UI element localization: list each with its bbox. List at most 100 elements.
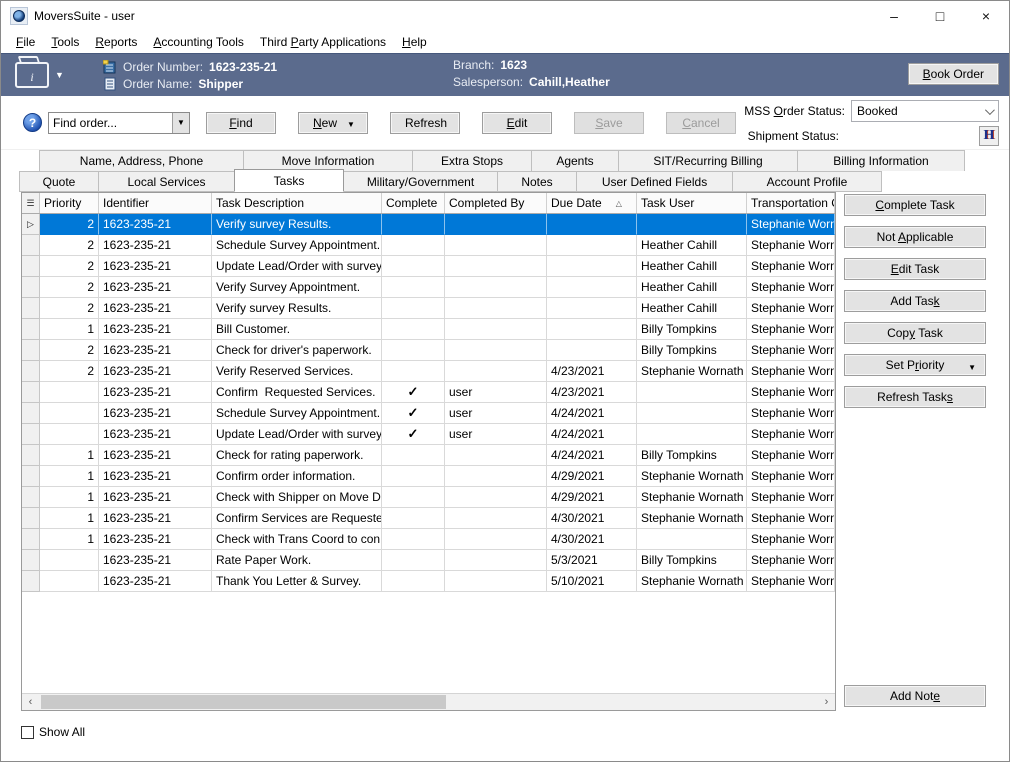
cell-priority[interactable]: [40, 571, 99, 592]
cell-task-user[interactable]: [637, 403, 747, 424]
cell-due-date[interactable]: [547, 214, 637, 235]
cell-complete[interactable]: [382, 277, 445, 298]
column-header-identifier[interactable]: Identifier: [99, 193, 212, 213]
column-header-due-date[interactable]: Due Date△: [547, 193, 637, 213]
table-row[interactable]: 21623-235-21Update Lead/Order with surve…: [22, 256, 835, 277]
tab-notes[interactable]: Notes: [497, 171, 577, 192]
cell-completed-by[interactable]: [445, 319, 547, 340]
cell-priority[interactable]: [40, 403, 99, 424]
cell-priority[interactable]: 1: [40, 508, 99, 529]
cell-complete[interactable]: [382, 571, 445, 592]
cell-transportation-coordinator[interactable]: Stephanie Wornat: [747, 487, 835, 508]
cell-identifier[interactable]: 1623-235-21: [99, 235, 212, 256]
cell-priority[interactable]: 1: [40, 487, 99, 508]
tab-agents[interactable]: Agents: [531, 150, 619, 171]
cell-complete[interactable]: [382, 487, 445, 508]
cell-complete[interactable]: ✓: [382, 403, 445, 424]
cell-task-user[interactable]: Billy Tompkins: [637, 319, 747, 340]
row-header[interactable]: [22, 340, 40, 361]
add-note-button[interactable]: Add Note: [844, 685, 986, 707]
column-header-task-user[interactable]: Task User: [637, 193, 747, 213]
cell-task-description[interactable]: Schedule Survey Appointment.: [212, 403, 382, 424]
row-header[interactable]: [22, 319, 40, 340]
cell-transportation-coordinator[interactable]: Stephanie Wornat: [747, 298, 835, 319]
table-row[interactable]: 21623-235-21Verify Reserved Services.4/2…: [22, 361, 835, 382]
cell-task-description[interactable]: Verify survey Results.: [212, 298, 382, 319]
cell-priority[interactable]: 2: [40, 256, 99, 277]
cell-transportation-coordinator[interactable]: Stephanie Wornat: [747, 466, 835, 487]
cell-identifier[interactable]: 1623-235-21: [99, 529, 212, 550]
cell-completed-by[interactable]: user: [445, 382, 547, 403]
cell-identifier[interactable]: 1623-235-21: [99, 256, 212, 277]
cell-due-date[interactable]: [547, 256, 637, 277]
find-button[interactable]: Find: [206, 112, 276, 134]
cell-priority[interactable]: 2: [40, 277, 99, 298]
table-row[interactable]: 21623-235-21Check for driver's paperwork…: [22, 340, 835, 361]
cell-complete[interactable]: [382, 340, 445, 361]
cell-completed-by[interactable]: [445, 571, 547, 592]
cell-task-description[interactable]: Confirm Services are Requeste: [212, 508, 382, 529]
column-header-transportation-co[interactable]: Transportation Co: [747, 193, 835, 213]
table-row[interactable]: 21623-235-21Verify Survey Appointment.He…: [22, 277, 835, 298]
cell-task-description[interactable]: Confirm order information.: [212, 466, 382, 487]
cell-complete[interactable]: ✓: [382, 424, 445, 445]
cell-completed-by[interactable]: [445, 340, 547, 361]
row-header[interactable]: [22, 445, 40, 466]
table-row[interactable]: 21623-235-21Schedule Survey Appointment.…: [22, 235, 835, 256]
edit-button[interactable]: Edit: [482, 112, 552, 134]
cell-due-date[interactable]: 4/30/2021: [547, 508, 637, 529]
tab-move-information[interactable]: Move Information: [243, 150, 413, 171]
cell-task-description[interactable]: Update Lead/Order with survey: [212, 424, 382, 445]
cell-identifier[interactable]: 1623-235-21: [99, 424, 212, 445]
refresh-tasks-button[interactable]: Refresh Tasks: [844, 386, 986, 408]
row-header[interactable]: [22, 424, 40, 445]
row-header[interactable]: [22, 466, 40, 487]
cell-task-description[interactable]: Rate Paper Work.: [212, 550, 382, 571]
cell-due-date[interactable]: 4/30/2021: [547, 529, 637, 550]
table-row[interactable]: 1623-235-21Schedule Survey Appointment.✓…: [22, 403, 835, 424]
cell-due-date[interactable]: [547, 277, 637, 298]
cell-task-user[interactable]: Heather Cahill: [637, 235, 747, 256]
cell-completed-by[interactable]: user: [445, 424, 547, 445]
cell-completed-by[interactable]: [445, 277, 547, 298]
cell-completed-by[interactable]: [445, 298, 547, 319]
cell-task-description[interactable]: Update Lead/Order with survey: [212, 256, 382, 277]
cell-identifier[interactable]: 1623-235-21: [99, 298, 212, 319]
cell-task-user[interactable]: Stephanie Wornath: [637, 466, 747, 487]
table-row[interactable]: ▷21623-235-21Verify survey Results.Steph…: [22, 214, 835, 235]
cell-priority[interactable]: 2: [40, 361, 99, 382]
tab-extra-stops[interactable]: Extra Stops: [412, 150, 532, 171]
cell-task-description[interactable]: Schedule Survey Appointment.: [212, 235, 382, 256]
row-header[interactable]: [22, 529, 40, 550]
column-header-complete[interactable]: Complete: [382, 193, 445, 213]
tab-tasks[interactable]: Tasks: [234, 169, 344, 192]
horizontal-scrollbar[interactable]: ‹ ›: [22, 693, 835, 710]
cell-complete[interactable]: [382, 214, 445, 235]
cell-task-user[interactable]: Billy Tompkins: [637, 550, 747, 571]
cell-completed-by[interactable]: [445, 466, 547, 487]
order-folder-control[interactable]: i ▼: [15, 62, 85, 88]
cell-task-user[interactable]: [637, 382, 747, 403]
show-all-checkbox[interactable]: [21, 726, 34, 739]
row-header[interactable]: [22, 361, 40, 382]
menu-file[interactable]: File: [9, 33, 42, 51]
refresh-button[interactable]: Refresh: [390, 112, 460, 134]
cell-transportation-coordinator[interactable]: Stephanie Wornat: [747, 508, 835, 529]
tab-local-services[interactable]: Local Services: [98, 171, 235, 192]
cell-task-user[interactable]: [637, 424, 747, 445]
cell-identifier[interactable]: 1623-235-21: [99, 571, 212, 592]
cell-complete[interactable]: [382, 319, 445, 340]
complete-task-button[interactable]: Complete Task: [844, 194, 986, 216]
find-order-combo[interactable]: Find order... ▼: [48, 112, 190, 134]
cell-transportation-coordinator[interactable]: Stephanie Wornat: [747, 529, 835, 550]
cell-priority[interactable]: 2: [40, 214, 99, 235]
cell-identifier[interactable]: 1623-235-21: [99, 214, 212, 235]
find-combo-dropdown-icon[interactable]: ▼: [172, 113, 189, 133]
cell-due-date[interactable]: 4/24/2021: [547, 445, 637, 466]
cell-priority[interactable]: 1: [40, 529, 99, 550]
scroll-left-icon[interactable]: ‹: [22, 694, 39, 710]
tab-name-address-phone[interactable]: Name, Address, Phone: [39, 150, 244, 171]
cell-due-date[interactable]: 5/10/2021: [547, 571, 637, 592]
cell-task-description[interactable]: Check for driver's paperwork.: [212, 340, 382, 361]
cell-task-description[interactable]: Verify Survey Appointment.: [212, 277, 382, 298]
